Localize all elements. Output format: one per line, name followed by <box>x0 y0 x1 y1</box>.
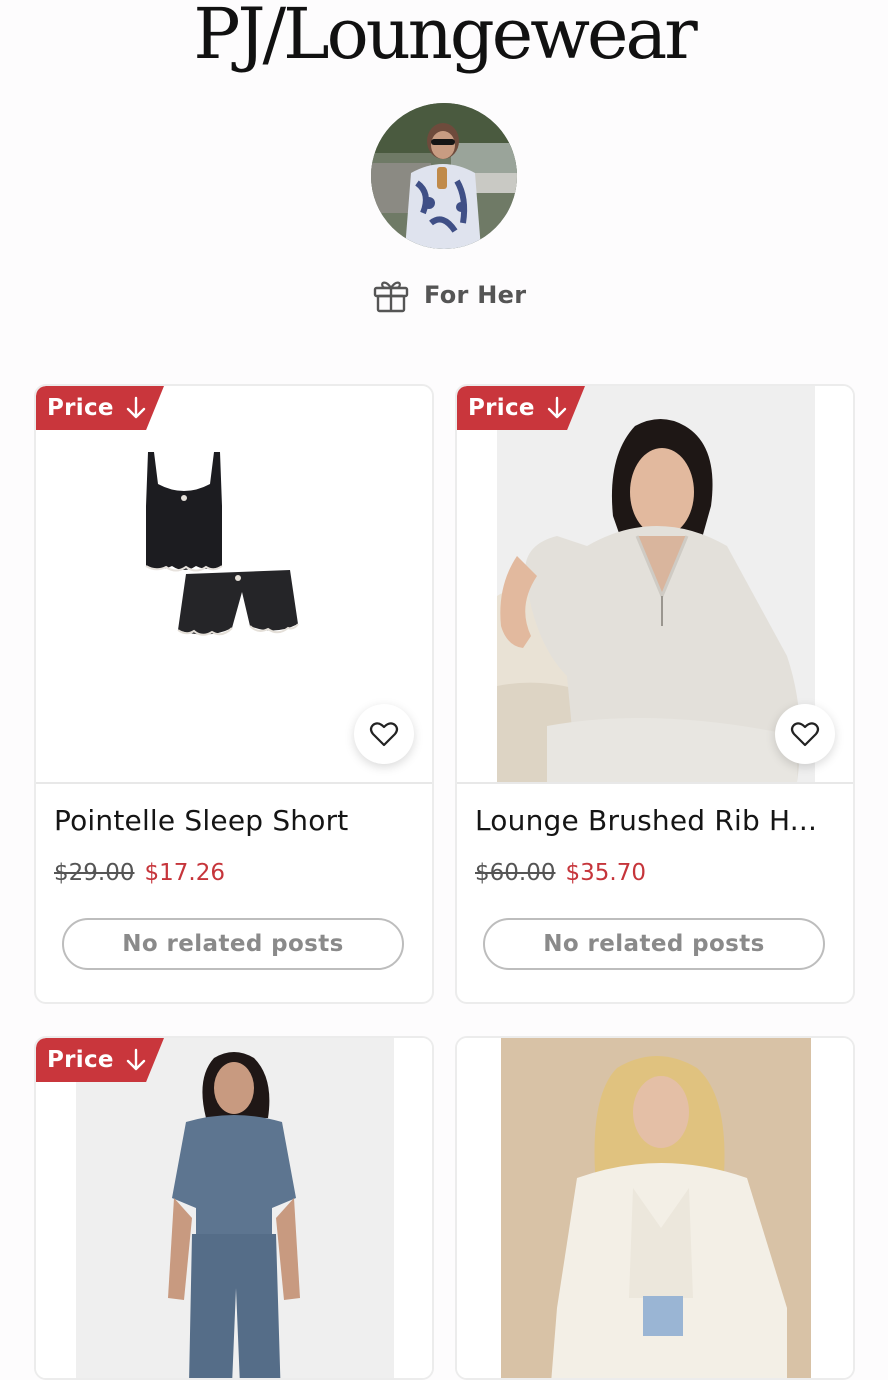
product-image[interactable]: Price <box>36 1038 432 1378</box>
cardigan-image <box>457 1038 853 1378</box>
price-drop-badge: Price <box>457 386 585 430</box>
badge-label: Price <box>468 395 535 421</box>
heart-icon <box>369 722 399 747</box>
product-image[interactable] <box>457 1038 853 1378</box>
sale-price: $17.26 <box>144 860 225 886</box>
product-card[interactable]: Price Pointelle Sleep Short $29.00 $17.26… <box>34 384 434 1004</box>
product-image[interactable]: Price <box>457 386 853 782</box>
product-card[interactable]: Price Lounge Brushed Rib H... $60.00 $35.… <box>455 384 855 1004</box>
price-row: $60.00 $35.70 <box>475 860 646 886</box>
original-price: $29.00 <box>54 860 135 886</box>
product-image[interactable]: Price <box>36 386 432 782</box>
product-name[interactable]: Pointelle Sleep Short <box>54 804 348 837</box>
price-drop-badge: Price <box>36 386 164 430</box>
favorite-button[interactable] <box>354 704 414 764</box>
collection-label: For Her <box>424 281 527 309</box>
divider <box>457 782 853 784</box>
product-card[interactable]: Price <box>34 1036 434 1380</box>
related-posts-button[interactable]: No related posts <box>62 918 404 970</box>
product-card[interactable] <box>455 1036 855 1380</box>
heart-icon <box>790 722 820 747</box>
divider <box>36 782 432 784</box>
product-name[interactable]: Lounge Brushed Rib H... <box>475 804 817 837</box>
arrow-down-icon <box>126 396 146 419</box>
sale-price: $35.70 <box>565 860 646 886</box>
favorite-button[interactable] <box>775 704 835 764</box>
original-price: $60.00 <box>475 860 556 886</box>
ribbed-set-image <box>36 1038 432 1378</box>
gift-icon <box>373 281 409 313</box>
avatar-photo <box>371 103 517 249</box>
page-title: PJ/Loungewear <box>193 0 697 75</box>
arrow-down-icon <box>126 1048 146 1071</box>
price-row: $29.00 $17.26 <box>54 860 225 886</box>
collection-tag[interactable]: For Her <box>372 275 526 315</box>
price-drop-badge: Price <box>36 1038 164 1082</box>
related-posts-button[interactable]: No related posts <box>483 918 825 970</box>
avatar[interactable] <box>371 103 517 249</box>
arrow-down-icon <box>547 396 567 419</box>
badge-label: Price <box>47 1047 114 1073</box>
badge-label: Price <box>47 395 114 421</box>
